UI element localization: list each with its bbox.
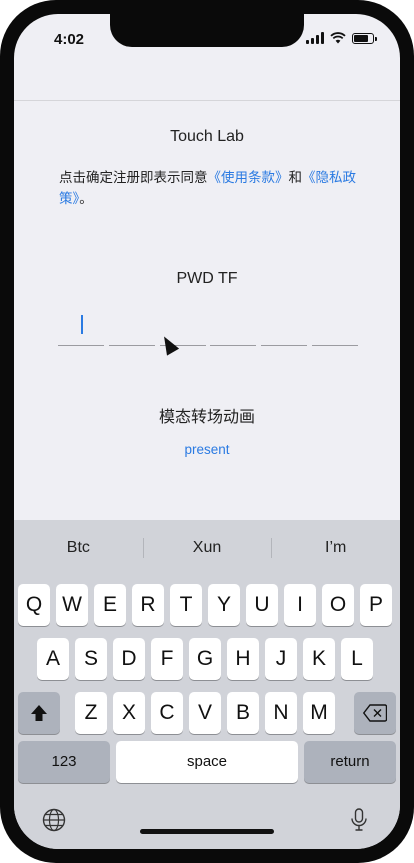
status-icons [306,32,377,44]
key-y[interactable]: Y [208,584,240,626]
key-l[interactable]: L [341,638,373,680]
return-key[interactable]: return [304,741,396,783]
cellular-signal-icon [306,32,324,44]
key-row-2: ASDFGHJKL [14,638,400,680]
present-button[interactable]: present [14,442,400,457]
key-g[interactable]: G [189,638,221,680]
pwd-title: PWD TF [176,270,238,287]
password-field[interactable] [58,312,358,352]
key-p[interactable]: P [360,584,392,626]
device-notch [110,14,304,47]
agreement-prefix: 点击确定注册即表示同意 [59,170,208,185]
key-j[interactable]: J [265,638,297,680]
key-i[interactable]: I [284,584,316,626]
agreement-text: 点击确定注册即表示同意《使用条款》和《隐私政策》。 [59,167,359,209]
suggestion-bar: Btc Xun I’m [14,520,400,576]
password-slots [58,345,358,346]
agreement-and: 和 [288,170,303,185]
password-slot [261,345,308,346]
key-s[interactable]: S [75,638,107,680]
key-f[interactable]: F [151,638,183,680]
key-z[interactable]: Z [75,692,107,734]
delete-key[interactable] [354,692,396,734]
password-slot [58,345,104,346]
key-h[interactable]: H [227,638,259,680]
key-row-1: QWERTYUIOP [14,584,400,626]
suggestion-item[interactable]: Btc [14,520,143,576]
key-b[interactable]: B [227,692,259,734]
suggestion-item[interactable]: I’m [271,520,400,576]
key-row-4: 123 space return [14,741,400,783]
key-v[interactable]: V [189,692,221,734]
phone-frame: 4:02 Touch Lab 点击确定注册即表示同意《使用条款》和《隐私政策》。… [0,0,414,863]
key-k[interactable]: K [303,638,335,680]
numbers-key[interactable]: 123 [18,741,110,783]
password-slot [108,345,155,346]
page-title: Touch Lab [170,128,244,145]
key-t[interactable]: T [170,584,202,626]
suggestion-item[interactable]: Xun [142,520,272,576]
modal-transition-title: 模态转场动画 [158,409,255,426]
globe-icon[interactable] [42,808,66,832]
key-c[interactable]: C [151,692,183,734]
space-key[interactable]: space [116,741,298,783]
screen: 4:02 Touch Lab 点击确定注册即表示同意《使用条款》和《隐私政策》。… [14,14,400,849]
status-time: 4:02 [54,31,85,48]
microphone-icon[interactable] [350,808,368,832]
key-u[interactable]: U [246,584,278,626]
shift-icon [31,705,47,722]
key-x[interactable]: X [113,692,145,734]
terms-link[interactable]: 《使用条款》 [208,170,289,185]
keyboard: BtcXunI’m QWERTYUIOP ASDFGHJKL ZXCVBNM [14,520,400,849]
shift-key[interactable] [18,692,60,734]
key-n[interactable]: N [265,692,297,734]
key-row-3: ZXCVBNM [14,692,400,734]
nav-bar-divider [14,100,400,101]
wifi-icon [330,32,346,44]
agreement-suffix: 。 [79,191,93,206]
home-indicator [140,829,274,834]
key-d[interactable]: D [113,638,145,680]
key-q[interactable]: Q [18,584,50,626]
key-a[interactable]: A [37,638,69,680]
text-caret [81,315,83,334]
backspace-icon [363,704,387,722]
key-w[interactable]: W [56,584,88,626]
password-slot [311,345,358,346]
battery-icon [352,32,377,44]
battery-fill [354,34,369,42]
key-m[interactable]: M [303,692,335,734]
key-e[interactable]: E [94,584,126,626]
key-r[interactable]: R [132,584,164,626]
key-o[interactable]: O [322,584,354,626]
password-slot [210,345,257,346]
